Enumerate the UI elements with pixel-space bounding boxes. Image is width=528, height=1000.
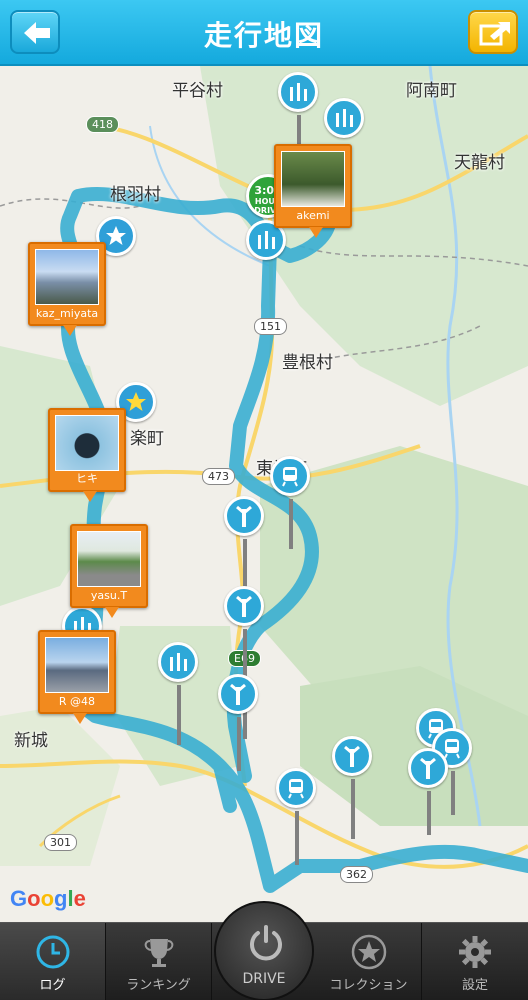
junction-icon [420, 757, 436, 779]
power-icon [250, 925, 282, 961]
photo-caption: akemi [296, 209, 330, 222]
bottom-nav: ログ ランキング DRIVE コレクション 設定 [0, 901, 528, 1000]
train-station-pin[interactable] [270, 456, 310, 549]
photo-thumbnail [35, 249, 99, 305]
share-button[interactable] [468, 10, 518, 54]
nav-label: ランキング [126, 978, 191, 993]
photo-marker[interactable]: R @48 [38, 630, 116, 724]
nav-item-collection[interactable]: コレクション [316, 923, 422, 1000]
interchange-pin[interactable] [324, 98, 364, 138]
road-shield: 362 [340, 866, 373, 883]
junction-icon [236, 505, 252, 527]
train-station-pin[interactable] [276, 768, 316, 865]
photo-thumbnail [281, 151, 345, 207]
photo-caption: kaz_miyata [35, 307, 99, 320]
google-logo: Google [10, 886, 86, 911]
photo-caption: yasu.T [90, 589, 128, 602]
nav-item-ranking[interactable]: ランキング [106, 923, 212, 1000]
nav-label: コレクション [329, 978, 408, 993]
interchange-icon [258, 231, 275, 249]
route-map[interactable]: 平谷村 阿南町 天龍村 根羽村 豊根村 東栄町 楽町 新城 418 151 47… [0, 66, 528, 922]
interchange-pin[interactable] [158, 642, 198, 745]
share-icon [479, 22, 510, 46]
trophy-icon [144, 939, 174, 967]
junction-pin[interactable] [332, 736, 372, 839]
photo-marker[interactable]: akemi [274, 144, 352, 238]
interchange-icon [290, 83, 307, 101]
pin-stem [451, 771, 455, 815]
app-header: 走行地図 [0, 0, 528, 66]
pin-stem [427, 791, 431, 835]
road-shield: 473 [202, 468, 235, 485]
road-shield: 151 [254, 318, 287, 335]
photo-marker[interactable]: ヒキ [48, 408, 126, 502]
place-label: 平谷村 [172, 81, 223, 101]
interchange-pin[interactable] [278, 72, 318, 149]
place-label: 根羽村 [110, 185, 161, 205]
photo-thumbnail [45, 637, 109, 693]
pin-stem [177, 685, 181, 745]
place-label: 楽町 [130, 429, 164, 449]
pin-stem [295, 811, 299, 865]
photo-caption: ヒキ [76, 472, 98, 485]
pin-stem [351, 779, 355, 839]
pin-stem [237, 717, 241, 771]
nav-label: ログ [39, 978, 66, 993]
star-icon [351, 934, 387, 970]
train-icon [288, 779, 304, 799]
clock-icon [36, 935, 70, 969]
gear-icon [459, 936, 491, 968]
place-label: 豊根村 [282, 353, 333, 373]
star-icon [126, 392, 146, 411]
junction-pin[interactable] [408, 748, 448, 835]
drive-button[interactable]: DRIVE [214, 901, 314, 1000]
photo-thumbnail [55, 415, 119, 471]
junction-pin[interactable] [224, 586, 264, 739]
nav-label: 設定 [461, 978, 488, 993]
junction-icon [236, 595, 252, 617]
junction-pin[interactable] [224, 496, 264, 599]
star-icon [106, 226, 126, 245]
train-icon [282, 467, 298, 487]
junction-pin[interactable] [218, 674, 258, 771]
photo-thumbnail [77, 531, 141, 587]
interchange-icon [170, 653, 187, 671]
junction-icon [230, 683, 246, 705]
drive-label: DRIVE [242, 971, 286, 987]
page-title: 走行地図 [203, 19, 324, 52]
interchange-icon [336, 109, 353, 127]
pin-stem [289, 499, 293, 549]
photo-caption: R @48 [58, 695, 96, 708]
place-label: 阿南町 [406, 81, 457, 101]
nav-item-settings[interactable]: 設定 [422, 923, 528, 1000]
photo-marker[interactable]: kaz_miyata [28, 242, 106, 336]
junction-icon [344, 745, 360, 767]
place-label: 天龍村 [454, 153, 505, 173]
road-shield: 301 [44, 834, 77, 851]
nav-item-log[interactable]: ログ [0, 923, 106, 1000]
photo-marker[interactable]: yasu.T [70, 524, 148, 618]
road-shield: 418 [86, 116, 119, 133]
place-label: 新城 [14, 731, 48, 751]
